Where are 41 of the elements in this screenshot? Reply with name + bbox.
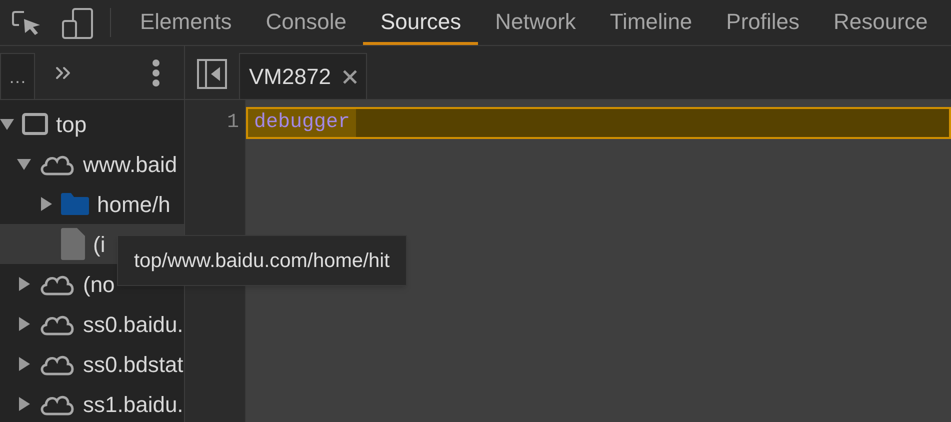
tree-item[interactable]: ss1.baidu. xyxy=(0,384,184,422)
panel-tab[interactable]: Console xyxy=(248,0,364,45)
collapsed-arrow-icon[interactable] xyxy=(17,397,31,411)
tree-item-label: top xyxy=(56,110,87,139)
tree-item-label: (i xyxy=(93,230,106,258)
tree-item-label: ss1.baidu. xyxy=(83,390,184,418)
tree-item[interactable]: home/h xyxy=(0,184,184,224)
tooltip: top/www.baidu.com/home/hit xyxy=(117,235,407,286)
kebab-menu-icon[interactable] xyxy=(152,58,160,86)
frame-icon xyxy=(22,113,48,135)
collapsed-arrow-icon[interactable] xyxy=(17,357,31,371)
expanded-arrow-icon[interactable] xyxy=(17,157,31,171)
toggle-sidebar-icon[interactable] xyxy=(197,59,227,89)
device-mode-icon[interactable] xyxy=(62,6,94,38)
tree-item[interactable]: ss0.bdstat xyxy=(0,344,184,384)
collapsed-arrow-icon[interactable] xyxy=(39,197,53,211)
tree-item[interactable]: top xyxy=(0,104,184,144)
panel-tab[interactable]: Network xyxy=(478,0,593,45)
collapsed-arrow-icon[interactable] xyxy=(17,317,31,331)
tree-item[interactable]: ss0.baidu. xyxy=(0,304,184,344)
expanded-arrow-icon[interactable] xyxy=(0,117,14,131)
file-tab[interactable]: VM2872 xyxy=(239,53,367,99)
tree-item-label: (no xyxy=(83,270,115,298)
file-tab-label: VM2872 xyxy=(249,63,331,91)
tree-item-label: ss0.bdstat xyxy=(83,350,184,378)
code-keyword: debugger xyxy=(248,109,356,137)
tree-item[interactable]: www.baid xyxy=(0,144,184,184)
tree-item-label: ss0.baidu. xyxy=(83,310,184,338)
close-icon[interactable] xyxy=(342,70,357,84)
panel-tab[interactable]: Profiles xyxy=(709,0,817,45)
inspect-element-icon[interactable] xyxy=(12,10,42,36)
folder-icon xyxy=(61,193,89,215)
line-number: 1 xyxy=(226,110,240,136)
panel-tab[interactable]: Elements xyxy=(123,0,249,45)
tree-item-label: www.baid xyxy=(83,150,178,178)
tree-item-label: home/h xyxy=(97,190,170,218)
panel-tab[interactable]: Resource xyxy=(816,0,945,45)
file-icon xyxy=(61,228,85,260)
more-tabs-tab[interactable]: … xyxy=(0,53,35,99)
collapsed-arrow-icon[interactable] xyxy=(17,277,31,291)
panel-tab[interactable]: Timeline xyxy=(592,0,710,45)
